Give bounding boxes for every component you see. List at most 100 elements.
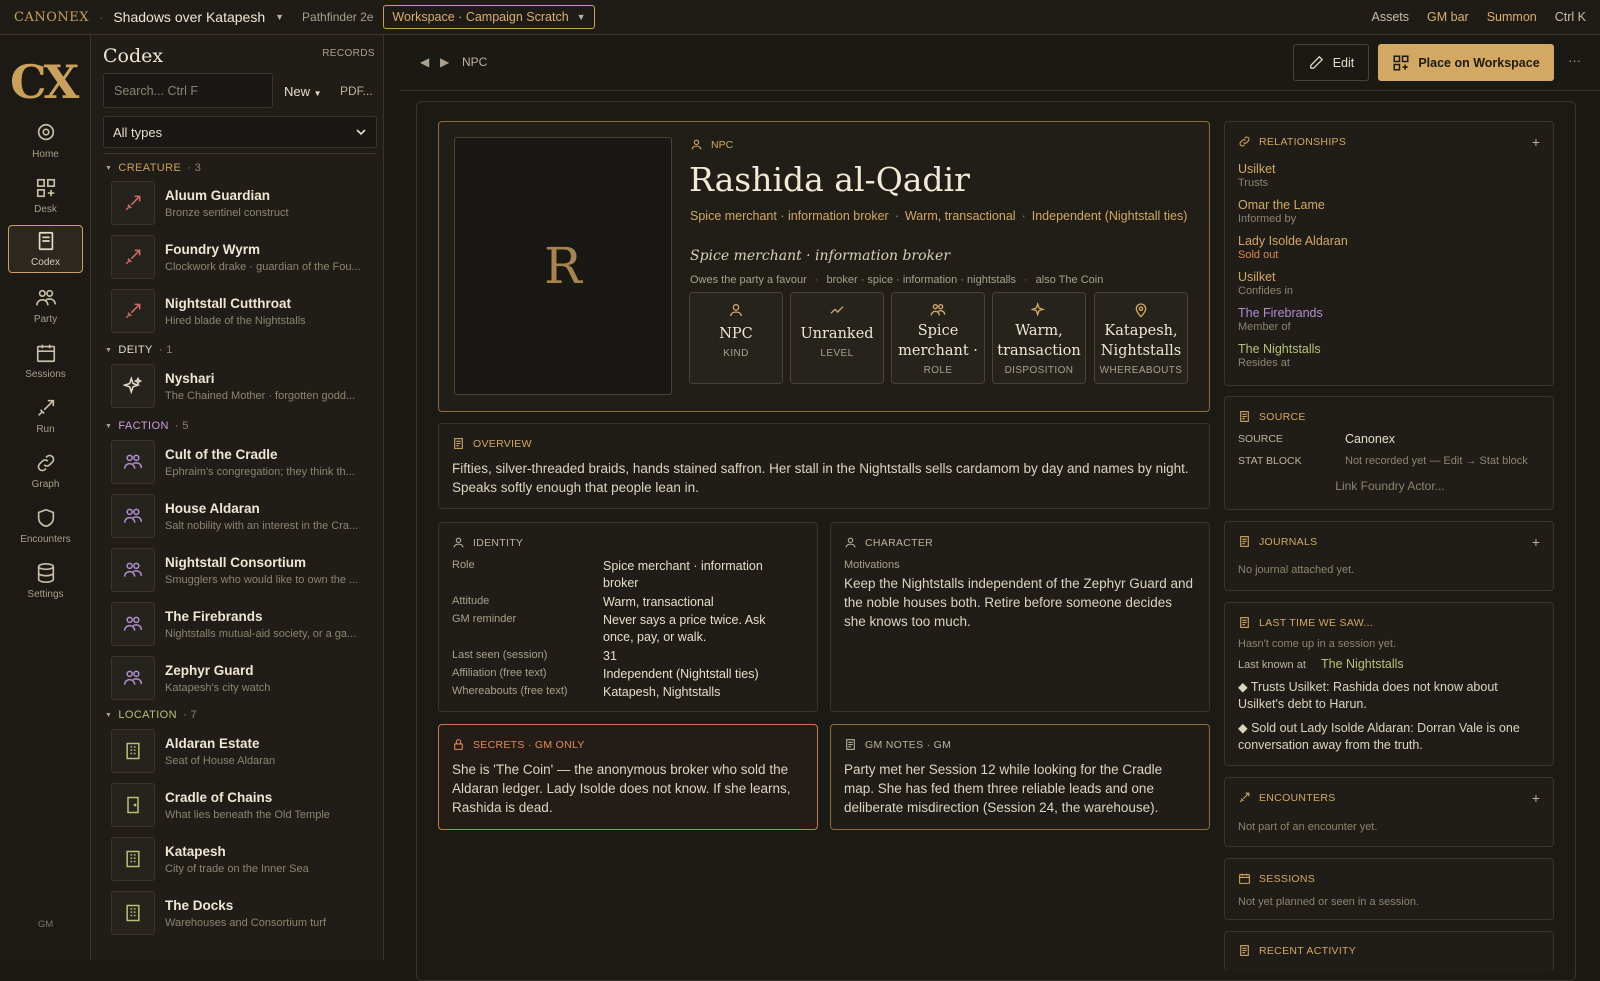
- field-label: GM reminder: [452, 613, 517, 625]
- link-foundry-actor-button[interactable]: Link Foundry Actor...: [1225, 479, 1555, 493]
- chevron-down-icon: [356, 129, 366, 136]
- list-item[interactable]: Katapesh City of trade on the Inner Sea: [111, 834, 376, 884]
- nav-item-sessions[interactable]: Sessions: [8, 337, 83, 385]
- character-card: CHARACTER Motivations Keep the Nightstal…: [830, 522, 1210, 712]
- brand-name[interactable]: CANONEX: [14, 10, 89, 25]
- workspace-selector[interactable]: Workspace · Campaign Scratch ▼: [383, 5, 595, 29]
- nav-item-codex[interactable]: Codex: [8, 225, 83, 273]
- relationship-name[interactable]: Usilket: [1238, 270, 1276, 284]
- sword-icon: [1239, 792, 1250, 803]
- entry-name: The Docks: [165, 897, 234, 913]
- nav-rail: CX Home Desk Codex Party Sessions Run Gr…: [0, 35, 91, 960]
- section-title: SESSIONS: [1259, 872, 1316, 885]
- portrait-placeholder[interactable]: R: [454, 137, 672, 395]
- add-relationship-button[interactable]: +: [1532, 134, 1540, 150]
- list-item[interactable]: Nightstall Consortium Smugglers who would…: [111, 545, 376, 595]
- list-item[interactable]: Cult of the Cradle Ephraim's congregation…: [111, 437, 376, 487]
- stat-whereabouts[interactable]: Katapesh, Nightstalls WHEREABOUTS: [1094, 292, 1188, 384]
- new-record-button[interactable]: New ▼: [284, 84, 322, 99]
- journals-card: JOURNALS + No journal attached yet.: [1224, 521, 1554, 591]
- stat-role[interactable]: Spice merchant · ROLE: [891, 292, 985, 384]
- list-item[interactable]: The Docks Warehouses and Consortium turf: [111, 888, 376, 938]
- summon-button[interactable]: Summon: [1487, 10, 1537, 24]
- field-label: Role: [452, 559, 475, 571]
- assets-button[interactable]: Assets: [1372, 10, 1410, 24]
- entry-name: Foundry Wyrm: [165, 241, 261, 257]
- pdf-import-button[interactable]: PDF...: [340, 84, 373, 98]
- chevron-down-icon: ▼: [313, 89, 322, 98]
- edit-button[interactable]: Edit: [1293, 44, 1369, 81]
- more-menu-icon[interactable]: ···: [1568, 53, 1581, 68]
- field-value: Canonex: [1345, 432, 1396, 446]
- stat-level[interactable]: Unranked LEVEL: [790, 292, 884, 384]
- group-header-faction[interactable]: ▼ FACTION · 5: [105, 420, 189, 432]
- group-count: · 7: [182, 709, 198, 721]
- npc-meta: Owes the party a favour · broker · spice ·…: [690, 274, 1104, 286]
- list-item[interactable]: Foundry Wyrm Clockwork drake · guardian o…: [111, 232, 376, 282]
- back-arrow-icon[interactable]: ◀: [420, 55, 429, 69]
- nav-item-party[interactable]: Party: [8, 282, 83, 330]
- list-item[interactable]: Nyshari The Chained Mother · forgotten go…: [111, 361, 376, 411]
- add-encounter-button[interactable]: +: [1532, 790, 1540, 806]
- separator-dot: ·: [99, 9, 104, 25]
- nav-item-encounters[interactable]: Encounters: [8, 502, 83, 550]
- entry-name: House Aldaran: [165, 500, 260, 516]
- list-item[interactable]: Aldaran Estate Seat of House Aldaran: [111, 726, 376, 776]
- link-icon: [1239, 136, 1250, 147]
- app-logo[interactable]: CX: [10, 55, 79, 109]
- section-title: ENCOUNTERS: [1259, 791, 1336, 804]
- link-icon: [37, 454, 54, 472]
- last-known-link[interactable]: The Nightstalls: [1321, 657, 1404, 671]
- document-icon: [1240, 536, 1249, 547]
- relationship-name[interactable]: The Firebrands: [1238, 306, 1323, 320]
- stat-label: LEVEL: [820, 348, 854, 359]
- group-header-deity[interactable]: ▼ DEITY · 1: [105, 344, 173, 356]
- nav-item-graph[interactable]: Graph: [8, 447, 83, 495]
- list-item[interactable]: House Aldaran Salt nobility with an inter…: [111, 491, 376, 541]
- place-on-workspace-button[interactable]: Place on Workspace: [1378, 44, 1554, 81]
- relationship-name[interactable]: The Nightstalls: [1238, 342, 1321, 356]
- breadcrumb[interactable]: NPC: [462, 55, 487, 69]
- nav-item-settings[interactable]: Settings: [8, 557, 83, 605]
- section-head: SOURCE: [1238, 410, 1306, 423]
- group-header-location[interactable]: ▼ LOCATION · 7: [105, 709, 197, 721]
- nav-item-desk[interactable]: Desk: [8, 172, 83, 220]
- field-label: Whereabouts (free text): [452, 685, 568, 697]
- gm-mode-label: GM: [37, 919, 54, 930]
- group-name: FACTION: [118, 420, 169, 432]
- type-filter-select[interactable]: All types: [103, 116, 377, 148]
- list-item[interactable]: Nightstall Cutthroat Hired blade of the N…: [111, 286, 376, 336]
- gm-bar-button[interactable]: GM bar: [1427, 10, 1469, 24]
- forward-arrow-icon[interactable]: ▶: [440, 55, 449, 69]
- relationship-name[interactable]: Usilket: [1238, 162, 1276, 176]
- person-icon: [730, 304, 742, 317]
- tag[interactable]: Spice merchant · information broker: [690, 209, 889, 223]
- list-item[interactable]: The Firebrands Nightstalls mutual-aid soc…: [111, 599, 376, 649]
- nav-item-home[interactable]: Home: [8, 117, 83, 165]
- shield-icon: [37, 508, 54, 528]
- npc-name: Rashida al-Qadir: [689, 160, 970, 199]
- list-item[interactable]: Cradle of Chains What lies beneath the Ol…: [111, 780, 376, 830]
- pencil-icon: [1309, 55, 1323, 69]
- person-icon: [845, 537, 856, 548]
- campaign-selector[interactable]: Shadows over Katapesh: [113, 9, 265, 25]
- empty-state: Not yet planned or seen in a session.: [1238, 896, 1420, 908]
- stat-kind[interactable]: NPC KIND: [689, 292, 783, 384]
- nav-item-run[interactable]: Run: [8, 392, 83, 440]
- stat-disposition[interactable]: Warm, transaction DISPOSITION: [992, 292, 1086, 384]
- list-item[interactable]: Zephyr Guard Katapesh's city watch: [111, 653, 376, 703]
- sessions-card: SESSIONS Not yet planned or seen in a se…: [1224, 858, 1554, 920]
- records-link[interactable]: RECORDS: [322, 48, 375, 59]
- tag[interactable]: Warm, transactional: [905, 209, 1016, 223]
- nav-label: Home: [32, 149, 59, 160]
- tag[interactable]: Independent (Nightstall ties): [1032, 209, 1188, 223]
- chevron-down-icon[interactable]: ▼: [275, 12, 284, 22]
- list-item[interactable]: Aluum Guardian Bronze sentinel construct: [111, 178, 376, 228]
- codex-panel: Codex RECORDS Search... Ctrl F New ▼ PDF…: [91, 35, 384, 960]
- add-journal-button[interactable]: +: [1532, 534, 1540, 550]
- relationship-name[interactable]: Omar the Lame: [1238, 198, 1325, 212]
- group-header-creature[interactable]: ▼ CREATURE · 3: [105, 162, 201, 174]
- entry-name: Zephyr Guard: [165, 662, 254, 678]
- codex-search-input[interactable]: Search... Ctrl F: [103, 73, 273, 108]
- relationship-name[interactable]: Lady Isolde Aldaran: [1238, 234, 1348, 248]
